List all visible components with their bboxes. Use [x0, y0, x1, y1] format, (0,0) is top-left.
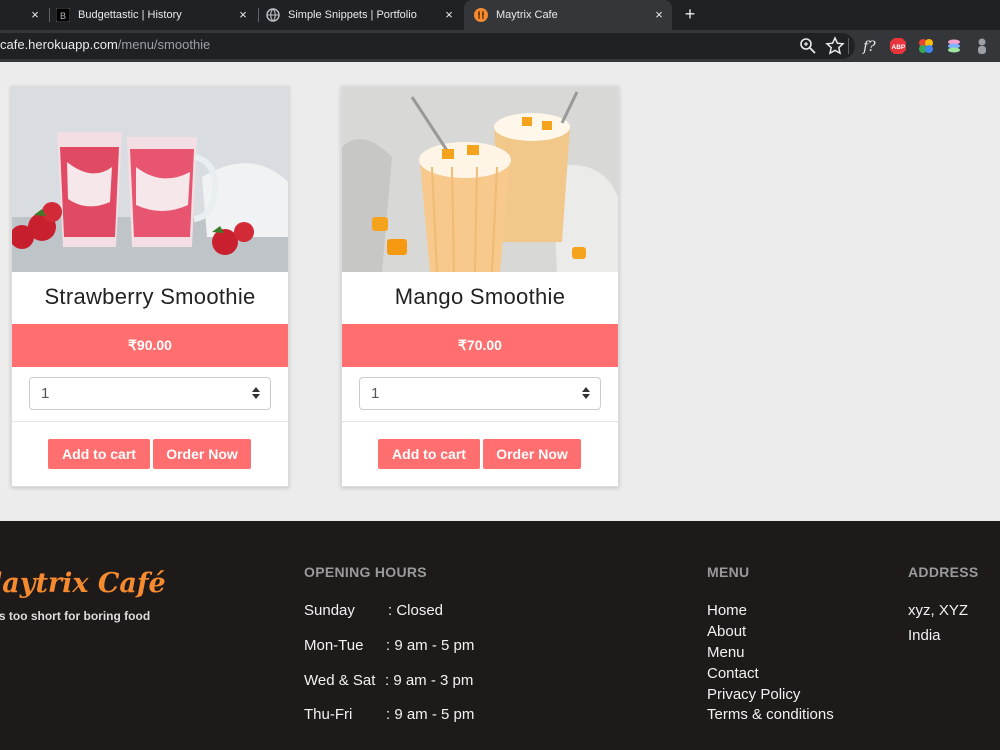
mango-smoothie-image — [342, 87, 618, 272]
site-footer — [0, 521, 1000, 750]
select-arrows-icon — [582, 387, 590, 399]
browser-tabstrip: × B Budgettastic | History × Simple Snip… — [0, 0, 1000, 30]
add-to-cart-button[interactable]: Add to cart — [48, 439, 150, 469]
card-divider — [12, 421, 288, 422]
maytrix-favicon-icon — [474, 8, 488, 22]
tab-close-icon[interactable]: × — [652, 8, 666, 22]
layers-extension-icon[interactable] — [944, 36, 964, 56]
font-extension-icon[interactable]: f? — [860, 36, 880, 56]
svg-text:ABP: ABP — [892, 44, 906, 51]
address-heading: ADDRESS — [908, 564, 979, 580]
profile-extension-icon[interactable] — [972, 36, 992, 56]
tab-budgettastic[interactable]: B Budgettastic | History × — [56, 0, 256, 30]
zoom-icon[interactable] — [798, 36, 818, 56]
footer-tagline: 's too short for boring food — [0, 609, 151, 623]
product-price: ₹70.00 — [342, 324, 618, 367]
product-title: Strawberry Smoothie — [44, 284, 256, 309]
hours-day: Wed & Sat — [304, 672, 376, 689]
svg-text:f?: f? — [862, 39, 876, 55]
quantity-value: 1 — [371, 385, 380, 402]
toolbar-separator — [848, 38, 849, 54]
tab-separator — [49, 8, 50, 22]
tab-close-icon[interactable]: × — [442, 8, 456, 22]
hours-time: : 9 am - 3 pm — [385, 672, 474, 689]
card-divider — [342, 421, 618, 422]
product-card-strawberry: Strawberry Smoothie ₹90.00 1 Add to cart… — [11, 86, 289, 487]
globe-icon — [266, 8, 280, 22]
footer-link-about[interactable]: About — [707, 623, 746, 640]
tab-close-icon[interactable]: × — [28, 8, 42, 22]
tab-maytrix-cafe[interactable]: Maytrix Cafe × — [464, 0, 672, 30]
product-title: Mango Smoothie — [394, 284, 566, 309]
tab-close-icon[interactable]: × — [236, 8, 250, 22]
hours-day: Thu-Fri — [304, 706, 353, 723]
opening-hours-heading: OPENING HOURS — [304, 564, 427, 580]
hours-day: Mon-Tue — [304, 637, 364, 654]
footer-link-privacy-policy[interactable]: Privacy Policy — [707, 686, 800, 703]
select-arrows-icon — [252, 387, 260, 399]
hours-time: : 9 am - 5 pm — [386, 706, 475, 723]
tab-simple-snippets[interactable]: Simple Snippets | Portfolio × — [266, 0, 462, 30]
menu-heading: MENU — [707, 564, 750, 580]
color-picker-extension-icon[interactable] — [916, 36, 936, 56]
address-line: India — [908, 627, 941, 644]
tab-0[interactable]: × — [0, 0, 48, 30]
tab-label: Simple Snippets | Portfolio — [288, 9, 417, 21]
tab-label: Maytrix Cafe — [496, 9, 558, 21]
product-price: ₹90.00 — [12, 324, 288, 367]
new-tab-icon[interactable]: + — [680, 4, 700, 24]
quantity-value: 1 — [41, 385, 50, 402]
budgettastic-favicon-icon: B — [56, 8, 70, 22]
address-line: xyz, XYZ — [908, 602, 969, 619]
footer-link-menu[interactable]: Menu — [707, 644, 745, 661]
url-text[interactable]: cafe.herokuapp.com/menu/smoothie — [0, 37, 210, 52]
product-card-mango: Mango Smoothie ₹70.00 1 Add to cart Orde… — [341, 86, 619, 487]
tab-label: Budgettastic | History — [78, 9, 182, 21]
footer-link-contact[interactable]: Contact — [707, 665, 759, 682]
strawberry-smoothie-image — [12, 87, 288, 272]
footer-link-home[interactable]: Home — [707, 602, 747, 619]
quantity-select[interactable]: 1 — [359, 377, 601, 410]
quantity-select[interactable]: 1 — [29, 377, 271, 410]
adblock-icon[interactable]: ABP — [888, 36, 908, 56]
hours-time: : 9 am - 5 pm — [386, 637, 475, 654]
footer-brand-logo[interactable]: laytrix Café — [0, 568, 166, 599]
add-to-cart-button[interactable]: Add to cart — [378, 439, 480, 469]
hours-time: : Closed — [388, 602, 444, 619]
footer-link-terms[interactable]: Terms & conditions — [707, 706, 834, 723]
hours-day: Sunday — [304, 602, 355, 619]
order-now-button[interactable]: Order Now — [153, 439, 251, 469]
svg-text:B: B — [60, 11, 66, 21]
order-now-button[interactable]: Order Now — [483, 439, 581, 469]
bookmark-star-icon[interactable] — [825, 36, 845, 56]
tab-separator — [258, 8, 259, 22]
